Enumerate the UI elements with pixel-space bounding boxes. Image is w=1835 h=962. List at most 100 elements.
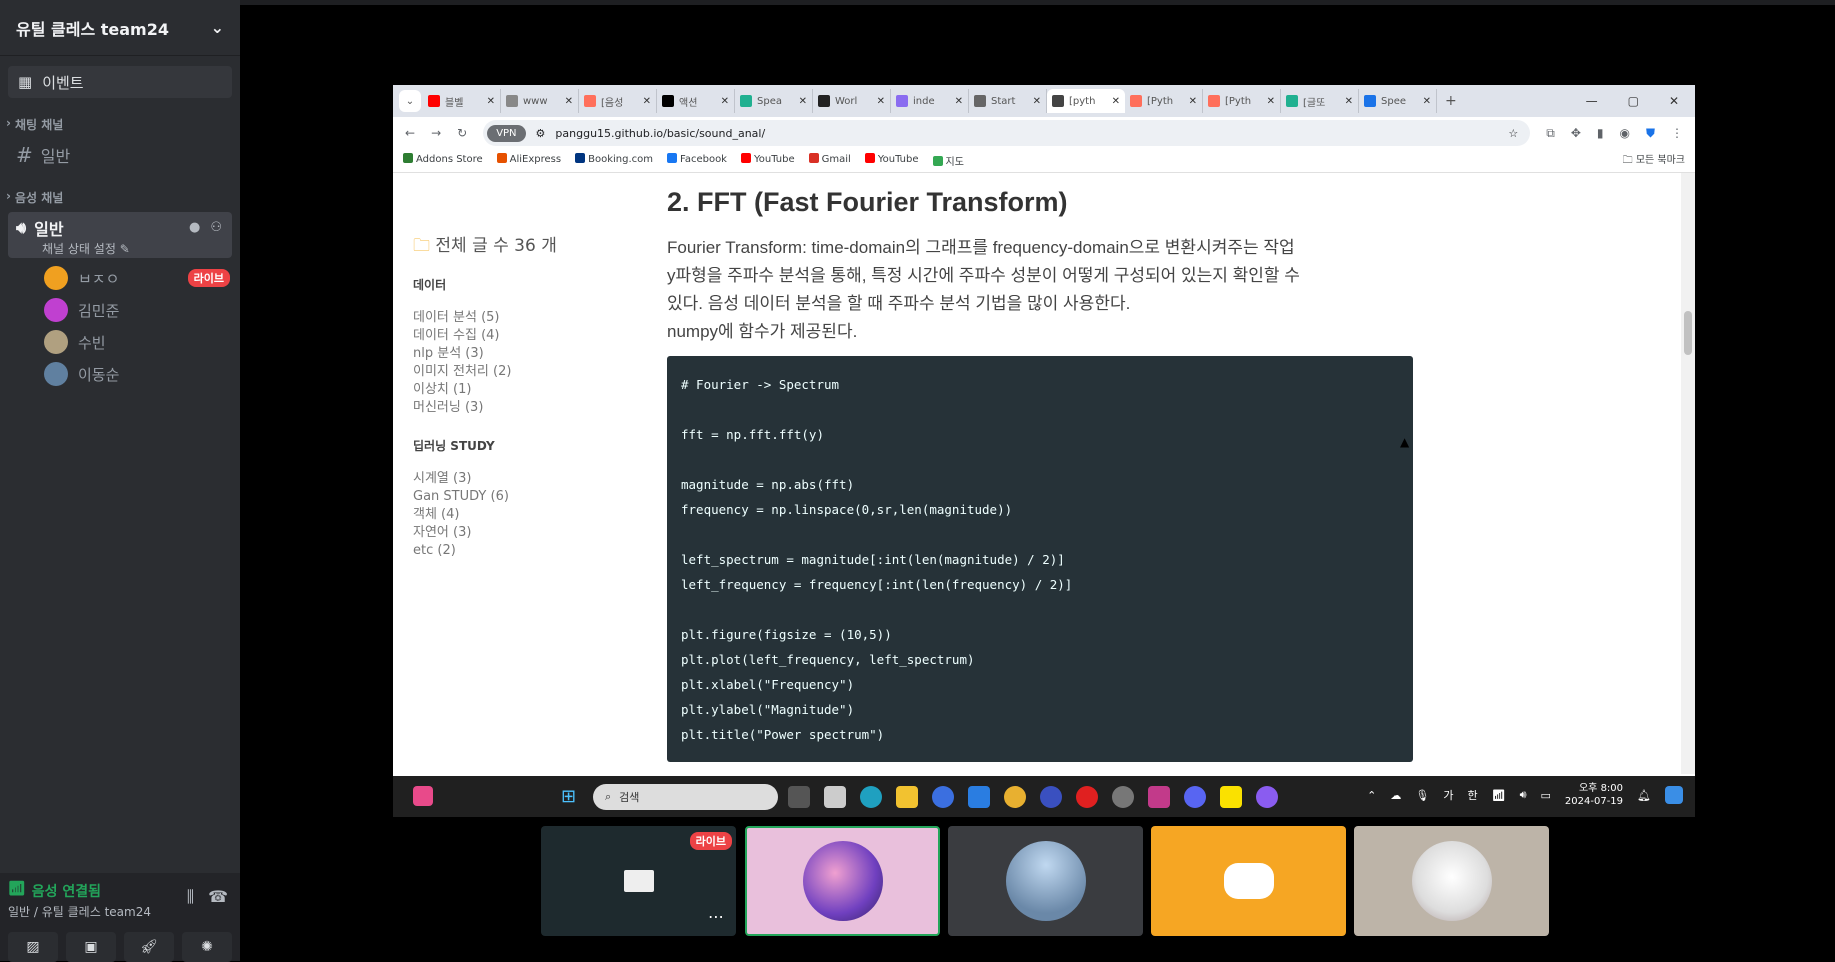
category-link[interactable]: 이상치 (1): [413, 383, 643, 397]
chevron-down-icon[interactable]: ⌄: [211, 18, 224, 37]
voice-connected-label[interactable]: 음성 연결됨: [32, 881, 101, 901]
bookmark-item[interactable]: YouTube: [864, 153, 919, 168]
bookmark-item[interactable]: AliExpress: [496, 153, 561, 168]
close-tab-icon[interactable]: ✕: [721, 96, 729, 107]
taskview-icon[interactable]: [788, 786, 810, 808]
browser-tab[interactable]: 블벨 ✕: [423, 89, 501, 113]
text-category[interactable]: › 채팅 채널: [0, 116, 240, 133]
participant-tile-discord[interactable]: [1151, 826, 1346, 936]
app-purple-icon[interactable]: [1256, 786, 1278, 808]
category-link[interactable]: 시계열 (3): [413, 472, 643, 486]
voice-user[interactable]: 이동순: [44, 362, 240, 386]
category-data[interactable]: 데이터: [413, 276, 643, 293]
category-link[interactable]: 자연어 (3): [413, 526, 643, 540]
taskbar-search[interactable]: ⌕ 검색: [593, 784, 778, 810]
close-window-icon[interactable]: ✕: [1669, 94, 1679, 108]
browser-tab[interactable]: Spee ✕: [1359, 89, 1437, 113]
category-link[interactable]: etc (2): [413, 544, 643, 558]
browser-tab[interactable]: [글또 ✕: [1281, 89, 1359, 113]
tab-search-icon[interactable]: ⌄: [399, 90, 421, 112]
store-icon[interactable]: [824, 786, 846, 808]
browser-tab[interactable]: [pyth ✕: [1047, 89, 1125, 113]
menu-icon[interactable]: ⋮: [1671, 126, 1683, 140]
discord-icon[interactable]: [1184, 786, 1206, 808]
close-tab-icon[interactable]: ✕: [799, 96, 807, 107]
wifi-icon[interactable]: 📶︎: [1492, 789, 1506, 802]
voice-category[interactable]: › 음성 채널: [0, 189, 240, 206]
voice-user[interactable]: ㅂㅈㅇ 라이브: [44, 266, 240, 290]
close-tab-icon[interactable]: ✕: [1112, 96, 1120, 107]
soundboard-button[interactable]: ✺: [182, 932, 232, 962]
invite-icon[interactable]: ⚇: [210, 220, 222, 235]
voice-status-label[interactable]: 채널 상태 설정: [42, 242, 116, 256]
category-link[interactable]: 객체 (4): [413, 508, 643, 522]
camera-off-button[interactable]: ▨: [8, 932, 58, 962]
new-tab-icon[interactable]: +: [1445, 93, 1457, 109]
edge-icon[interactable]: [860, 786, 882, 808]
settings-icon[interactable]: [1112, 786, 1134, 808]
category-deeplearning[interactable]: 딥러닝 STUDY: [413, 437, 643, 454]
activity-button[interactable]: 🚀︎: [124, 932, 174, 962]
volume-icon[interactable]: 🔊︎: [1520, 788, 1527, 802]
bookmark-item[interactable]: Facebook: [666, 153, 727, 168]
close-tab-icon[interactable]: ✕: [877, 96, 885, 107]
bell-icon[interactable]: 🔔︎: [1637, 789, 1651, 802]
app-icon[interactable]: [1040, 786, 1062, 808]
bookmark-item[interactable]: Gmail: [808, 153, 851, 168]
voice-user[interactable]: 수빈: [44, 330, 240, 354]
browser-tab[interactable]: [음성 ✕: [579, 89, 657, 113]
participant-tile-speaking[interactable]: [745, 826, 940, 936]
category-link[interactable]: nlp 분석 (3): [413, 347, 643, 361]
mail-icon[interactable]: [968, 786, 990, 808]
ime-mode[interactable]: 한: [1467, 787, 1477, 803]
widgets-icon[interactable]: [413, 786, 433, 806]
site-settings-icon[interactable]: ⚙: [536, 127, 546, 140]
reload-icon[interactable]: ↻: [457, 126, 467, 140]
ime-indicator[interactable]: 가: [1443, 787, 1453, 803]
bookmark-item[interactable]: 지도: [932, 153, 964, 168]
minimize-icon[interactable]: —: [1586, 94, 1598, 108]
puzzle-icon[interactable]: ✥: [1571, 126, 1581, 140]
browser-tab[interactable]: [Pyth ✕: [1203, 89, 1281, 113]
close-tab-icon[interactable]: ✕: [1345, 96, 1353, 107]
mic-icon[interactable]: 🎙︎: [1415, 789, 1429, 802]
category-link[interactable]: 머신러닝 (3): [413, 401, 643, 415]
more-icon[interactable]: ⋯: [708, 907, 724, 926]
events-button[interactable]: ▦ 이벤트: [8, 66, 232, 98]
noise-suppression-icon[interactable]: ⫼: [187, 887, 194, 907]
category-link[interactable]: 데이터 수집 (4): [413, 329, 643, 343]
youtube-icon[interactable]: [1076, 786, 1098, 808]
browser-tab[interactable]: 액션 ✕: [657, 89, 735, 113]
url-text[interactable]: panggu15.github.io/basic/sound_anal/: [555, 127, 765, 140]
chevron-up-icon[interactable]: ⌃: [1367, 789, 1376, 802]
back-icon[interactable]: ←: [405, 126, 415, 140]
browser-tab[interactable]: www ✕: [501, 89, 579, 113]
kakaotalk-icon[interactable]: [1220, 786, 1242, 808]
browser-tab[interactable]: Start ✕: [969, 89, 1047, 113]
category-link[interactable]: Gan STUDY (6): [413, 490, 643, 504]
shield-icon[interactable]: ⛊: [1646, 126, 1655, 141]
sidepanel-icon[interactable]: ▮: [1597, 126, 1604, 140]
close-tab-icon[interactable]: ✕: [955, 96, 963, 107]
participant-tile[interactable]: [948, 826, 1143, 936]
clock[interactable]: 오후 8:00 2024-07-19: [1565, 782, 1623, 808]
screen-share-stream[interactable]: ⌄ 블벨 ✕ www ✕ [음성 ✕ 액션 ✕ Spea ✕ Worl ✕ inde ✕ Start ✕ [py…: [393, 85, 1695, 817]
jetbrains-icon[interactable]: [1148, 786, 1170, 808]
voice-channel-general[interactable]: 🔊︎ 일반 채널 상태 설정 ✎ ● ⚇: [8, 212, 232, 258]
close-tab-icon[interactable]: ✕: [565, 96, 573, 107]
extension-icon[interactable]: ⧉: [1546, 126, 1555, 141]
battery-icon[interactable]: ▭: [1541, 789, 1551, 802]
close-tab-icon[interactable]: ✕: [643, 96, 651, 107]
close-tab-icon[interactable]: ✕: [1189, 96, 1197, 107]
close-tab-icon[interactable]: ✕: [1033, 96, 1041, 107]
explorer-icon[interactable]: [896, 786, 918, 808]
profile-icon[interactable]: ◉: [1620, 126, 1630, 140]
cloud-icon[interactable]: ☁: [1390, 789, 1401, 802]
chrome-icon[interactable]: [1004, 786, 1026, 808]
media-icon[interactable]: [932, 786, 954, 808]
copilot-icon[interactable]: [1665, 786, 1683, 804]
bookmark-item[interactable]: Booking.com: [575, 153, 653, 168]
maximize-icon[interactable]: ▢: [1628, 94, 1639, 108]
scrollbar-thumb[interactable]: [1684, 311, 1692, 355]
url-box[interactable]: VPN ⚙ panggu15.github.io/basic/sound_ana…: [483, 120, 1531, 146]
